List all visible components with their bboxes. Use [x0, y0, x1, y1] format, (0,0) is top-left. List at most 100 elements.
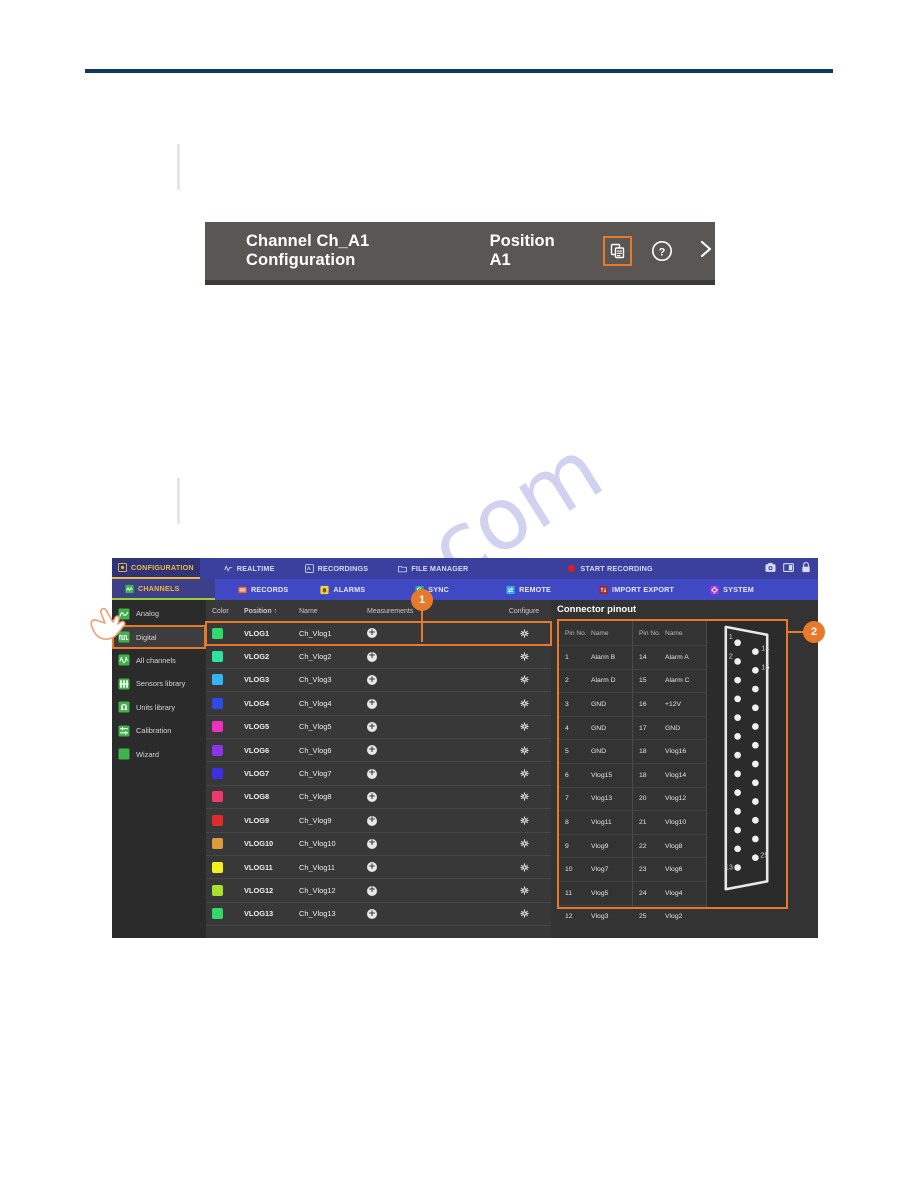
channel-color-cell[interactable] — [206, 697, 244, 709]
color-swatch[interactable] — [212, 884, 223, 896]
channel-configure-cell[interactable] — [497, 629, 551, 638]
add-plus-icon[interactable]: + — [367, 862, 377, 873]
channel-measurements-cell[interactable]: + — [367, 745, 497, 756]
add-plus-icon[interactable]: + — [367, 815, 377, 826]
channel-configure-cell[interactable] — [497, 792, 551, 801]
add-plus-icon[interactable]: + — [367, 745, 377, 756]
add-plus-icon[interactable]: + — [367, 768, 377, 779]
subnav-item-import-export[interactable]: IMPORT EXPORT — [599, 579, 674, 600]
sidebar-item-all-channels[interactable]: All channels — [112, 649, 206, 672]
color-swatch[interactable] — [212, 791, 223, 803]
start-recording-button[interactable]: START RECORDING — [562, 558, 658, 579]
channel-configure-cell[interactable] — [497, 863, 551, 872]
table-row[interactable]: VLOG8 Ch_Vlog8 + — [206, 786, 551, 810]
channel-color-cell[interactable] — [206, 651, 244, 663]
add-plus-icon[interactable]: + — [367, 698, 377, 709]
channel-color-cell[interactable] — [206, 908, 244, 920]
table-row[interactable]: VLOG12 Ch_Vlog12 + — [206, 879, 551, 903]
sidebar-item-wizard[interactable]: Wizard — [112, 742, 206, 765]
channel-measurements-cell[interactable]: + — [367, 885, 497, 896]
channel-color-cell[interactable] — [206, 884, 244, 896]
channel-color-cell[interactable] — [206, 768, 244, 780]
channel-configure-cell[interactable] — [497, 699, 551, 708]
table-row[interactable]: VLOG4 Ch_Vlog4 + — [206, 692, 551, 716]
channel-measurements-cell[interactable]: + — [367, 838, 497, 849]
channel-color-cell[interactable] — [206, 744, 244, 756]
subnav-item-system[interactable]: SYSTEM — [710, 579, 754, 600]
subnav-item-alarms[interactable]: ALARMS — [320, 579, 365, 600]
split-view-button[interactable] — [783, 562, 794, 575]
help-button[interactable]: ? — [651, 240, 673, 262]
nav-item-realtime[interactable]: REALTIME — [218, 558, 281, 579]
sidebar-item-units-library[interactable]: Ω Units library — [112, 696, 206, 719]
nav-item-file-manager[interactable]: FILE MANAGER — [392, 558, 474, 579]
channel-color-cell[interactable] — [206, 721, 244, 733]
channel-measurements-cell[interactable]: + — [367, 722, 497, 732]
channel-configure-cell[interactable] — [497, 746, 551, 755]
camera-screenshot-button[interactable] — [765, 562, 776, 575]
channel-configure-cell[interactable] — [497, 839, 551, 848]
channel-configure-cell[interactable] — [497, 886, 551, 895]
channel-configure-cell[interactable] — [497, 722, 551, 731]
add-plus-icon[interactable]: + — [367, 909, 377, 920]
channel-measurements-cell[interactable]: + — [367, 628, 497, 639]
channel-measurements-cell[interactable]: + — [367, 651, 497, 662]
table-row[interactable]: VLOG9 Ch_Vlog9 + — [206, 809, 551, 833]
color-swatch[interactable] — [212, 674, 223, 686]
channel-measurements-cell[interactable]: + — [367, 768, 497, 779]
channel-measurements-cell[interactable]: + — [367, 862, 497, 873]
channel-color-cell[interactable] — [206, 814, 244, 826]
table-row[interactable]: VLOG7 Ch_Vlog7 + — [206, 762, 551, 786]
color-swatch[interactable] — [212, 814, 223, 826]
channel-color-cell[interactable] — [206, 838, 244, 850]
add-plus-icon[interactable]: + — [367, 722, 377, 732]
channel-color-cell[interactable] — [206, 674, 244, 686]
table-row[interactable]: VLOG2 Ch_Vlog2 + — [206, 645, 551, 669]
sidebar-item-sensors-library[interactable]: Sensors library — [112, 672, 206, 695]
color-swatch[interactable] — [212, 908, 223, 920]
add-plus-icon[interactable]: + — [367, 792, 377, 803]
channel-configure-cell[interactable] — [497, 909, 551, 918]
table-row[interactable]: VLOG5 Ch_Vlog5 + — [206, 716, 551, 739]
color-swatch[interactable] — [212, 627, 223, 639]
table-row[interactable]: VLOG13 Ch_Vlog13 + — [206, 903, 551, 927]
channel-configure-cell[interactable] — [497, 816, 551, 825]
color-swatch[interactable] — [212, 651, 223, 663]
copy-duplicate-button[interactable] — [603, 236, 633, 266]
color-swatch[interactable] — [212, 744, 223, 756]
header-position[interactable]: Position ↑ — [244, 608, 299, 615]
channel-configure-cell[interactable] — [497, 675, 551, 685]
add-plus-icon[interactable]: + — [367, 651, 377, 662]
add-plus-icon[interactable]: + — [367, 675, 377, 686]
channel-measurements-cell[interactable]: + — [367, 909, 497, 920]
channel-configure-cell[interactable] — [497, 652, 551, 661]
lock-button[interactable] — [801, 562, 811, 575]
channel-measurements-cell[interactable]: + — [367, 792, 497, 803]
color-swatch[interactable] — [212, 768, 223, 780]
channel-measurements-cell[interactable]: + — [367, 675, 497, 686]
channel-measurements-cell[interactable]: + — [367, 698, 497, 709]
color-swatch[interactable] — [212, 721, 223, 733]
sidebar-item-calibration[interactable]: Calibration — [112, 719, 206, 742]
channel-color-cell[interactable] — [206, 627, 244, 639]
channel-configure-cell[interactable] — [497, 769, 551, 778]
table-row[interactable]: VLOG1 Ch_Vlog1 + — [205, 620, 552, 647]
channel-measurements-cell[interactable]: + — [367, 815, 497, 826]
table-row[interactable]: VLOG11 Ch_Vlog11 + — [206, 856, 551, 880]
add-plus-icon[interactable]: + — [367, 838, 377, 849]
next-arrow-button[interactable] — [697, 238, 715, 265]
color-swatch[interactable] — [212, 697, 223, 709]
add-plus-icon[interactable]: + — [367, 628, 377, 639]
table-row[interactable]: VLOG6 Ch_Vlog6 + — [206, 739, 551, 763]
channel-color-cell[interactable] — [206, 861, 244, 873]
nav-item-recordings[interactable]: RECORDINGS — [299, 558, 375, 579]
channel-color-cell[interactable] — [206, 791, 244, 803]
subnav-item-remote[interactable]: REMOTE — [506, 579, 551, 600]
add-plus-icon[interactable]: + — [367, 885, 377, 896]
subnav-item-records[interactable]: RECORDS — [238, 579, 288, 600]
nav-item-configuration[interactable]: CONFIGURATION — [112, 558, 200, 579]
table-row[interactable]: VLOG3 Ch_Vlog3 + — [206, 669, 551, 693]
color-swatch[interactable] — [212, 861, 223, 873]
color-swatch[interactable] — [212, 838, 223, 850]
table-row[interactable]: VLOG10 Ch_Vlog10 + — [206, 833, 551, 856]
